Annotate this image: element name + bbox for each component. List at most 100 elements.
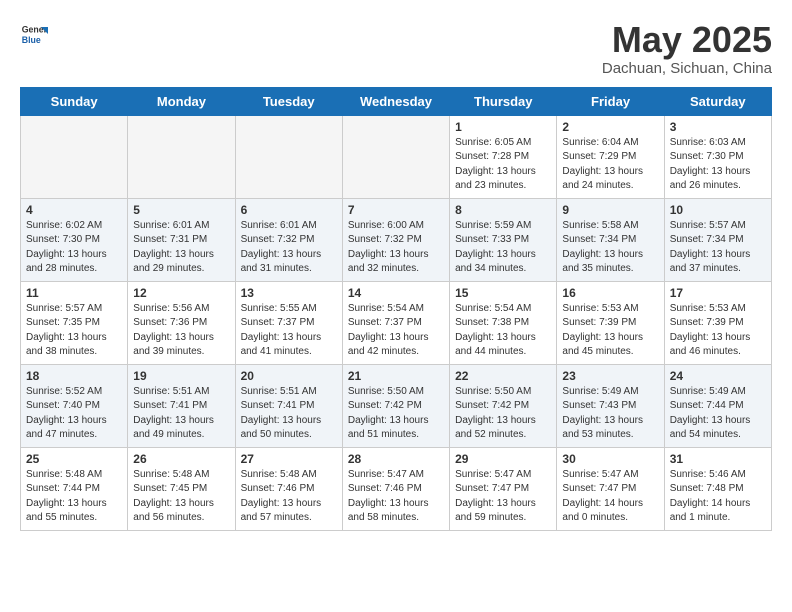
day-number: 3 (670, 120, 766, 134)
calendar-day-3: 3Sunrise: 6:03 AM Sunset: 7:30 PM Daylig… (664, 115, 771, 198)
day-number: 31 (670, 452, 766, 466)
day-info: Sunrise: 5:52 AM Sunset: 7:40 PM Dayligh… (26, 385, 122, 443)
day-number: 19 (133, 369, 229, 383)
day-info: Sunrise: 6:05 AM Sunset: 7:28 PM Dayligh… (455, 136, 551, 194)
day-info: Sunrise: 5:50 AM Sunset: 7:42 PM Dayligh… (348, 385, 444, 443)
day-info: Sunrise: 5:47 AM Sunset: 7:46 PM Dayligh… (348, 468, 444, 526)
day-info: Sunrise: 5:57 AM Sunset: 7:35 PM Dayligh… (26, 302, 122, 360)
day-number: 1 (455, 120, 551, 134)
calendar-day-8: 8 Sunrise: 5:59 AM Sunset: 7:33 PM Daylig… (450, 198, 557, 281)
day-info: Sunrise: 5:49 AM Sunset: 7:44 PM Dayligh… (670, 385, 766, 443)
day-info: Sunrise: 5:56 AM Sunset: 7:36 PM Dayligh… (133, 302, 229, 360)
calendar-day-16: 16 Sunrise: 5:53 AM Sunset: 7:39 PM Dayli… (557, 281, 664, 364)
calendar-day-15: 15 Sunrise: 5:54 AM Sunset: 7:38 PM Dayli… (450, 281, 557, 364)
calendar-day-18: 18 Sunrise: 5:52 AM Sunset: 7:40 PM Dayli… (21, 364, 128, 447)
day-info: Sunrise: 5:50 AM Sunset: 7:42 PM Dayligh… (455, 385, 551, 443)
day-number: 8 (455, 203, 551, 217)
day-info: Sunrise: 5:57 AM Sunset: 7:34 PM Dayligh… (670, 219, 766, 277)
month-year-title: May 2025 (602, 20, 772, 60)
weekday-header-thursday: Thursday (450, 87, 557, 115)
weekday-header-monday: Monday (128, 87, 235, 115)
day-number: 20 (241, 369, 337, 383)
day-number: 16 (562, 286, 658, 300)
day-number: 13 (241, 286, 337, 300)
calendar-day-6: 6 Sunrise: 6:01 AM Sunset: 7:32 PM Daylig… (235, 198, 342, 281)
day-number: 14 (348, 286, 444, 300)
day-info: Sunrise: 5:49 AM Sunset: 7:43 PM Dayligh… (562, 385, 658, 443)
day-number: 4 (26, 203, 122, 217)
day-info: Sunrise: 5:59 AM Sunset: 7:33 PM Dayligh… (455, 219, 551, 277)
day-info: Sunrise: 6:04 AM Sunset: 7:29 PM Dayligh… (562, 136, 658, 194)
day-number: 27 (241, 452, 337, 466)
weekday-header-tuesday: Tuesday (235, 87, 342, 115)
day-number: 30 (562, 452, 658, 466)
day-info: Sunrise: 5:47 AM Sunset: 7:47 PM Dayligh… (455, 468, 551, 526)
calendar-day-7: 7Sunrise: 6:00 AM Sunset: 7:32 PM Daylig… (342, 198, 449, 281)
day-number: 21 (348, 369, 444, 383)
page-header: General Blue May 2025 Dachuan, Sichuan, … (20, 20, 772, 77)
calendar-day-30: 30 Sunrise: 5:47 AM Sunset: 7:47 PM Dayli… (557, 447, 664, 530)
day-number: 23 (562, 369, 658, 383)
day-number: 26 (133, 452, 229, 466)
calendar-week-row: 11 Sunrise: 5:57 AM Sunset: 7:35 PM Dayli… (21, 281, 772, 364)
day-number: 18 (26, 369, 122, 383)
calendar-day-11: 11 Sunrise: 5:57 AM Sunset: 7:35 PM Dayli… (21, 281, 128, 364)
calendar-week-row: 25 Sunrise: 5:48 AM Sunset: 7:44 PM Dayli… (21, 447, 772, 530)
day-number: 2 (562, 120, 658, 134)
calendar-day-28: 28 Sunrise: 5:47 AM Sunset: 7:46 PM Dayli… (342, 447, 449, 530)
calendar-table: SundayMondayTuesdayWednesdayThursdayFrid… (20, 87, 772, 531)
day-info: Sunrise: 5:55 AM Sunset: 7:37 PM Dayligh… (241, 302, 337, 360)
day-info: Sunrise: 5:47 AM Sunset: 7:47 PM Dayligh… (562, 468, 658, 526)
day-number: 17 (670, 286, 766, 300)
day-number: 25 (26, 452, 122, 466)
calendar-day-12: 12Sunrise: 5:56 AM Sunset: 7:36 PM Dayli… (128, 281, 235, 364)
day-number: 22 (455, 369, 551, 383)
day-info: Sunrise: 6:01 AM Sunset: 7:31 PM Dayligh… (133, 219, 229, 277)
title-block: May 2025 Dachuan, Sichuan, China (602, 20, 772, 77)
weekday-header-wednesday: Wednesday (342, 87, 449, 115)
calendar-day-26: 26Sunrise: 5:48 AM Sunset: 7:45 PM Dayli… (128, 447, 235, 530)
weekday-header-sunday: Sunday (21, 87, 128, 115)
day-info: Sunrise: 6:02 AM Sunset: 7:30 PM Dayligh… (26, 219, 122, 277)
day-number: 28 (348, 452, 444, 466)
day-info: Sunrise: 5:48 AM Sunset: 7:44 PM Dayligh… (26, 468, 122, 526)
calendar-day-1: 1 Sunrise: 6:05 AM Sunset: 7:28 PM Daylig… (450, 115, 557, 198)
day-number: 6 (241, 203, 337, 217)
calendar-day-27: 27 Sunrise: 5:48 AM Sunset: 7:46 PM Dayli… (235, 447, 342, 530)
calendar-day-25: 25 Sunrise: 5:48 AM Sunset: 7:44 PM Dayli… (21, 447, 128, 530)
weekday-header-row: SundayMondayTuesdayWednesdayThursdayFrid… (21, 87, 772, 115)
calendar-day-29: 29 Sunrise: 5:47 AM Sunset: 7:47 PM Dayli… (450, 447, 557, 530)
day-number: 24 (670, 369, 766, 383)
calendar-week-row: 4 Sunrise: 6:02 AM Sunset: 7:30 PM Daylig… (21, 198, 772, 281)
calendar-week-row: 18 Sunrise: 5:52 AM Sunset: 7:40 PM Dayli… (21, 364, 772, 447)
day-info: Sunrise: 5:48 AM Sunset: 7:46 PM Dayligh… (241, 468, 337, 526)
calendar-day-31: 31Sunrise: 5:46 AM Sunset: 7:48 PM Dayli… (664, 447, 771, 530)
calendar-day-22: 22 Sunrise: 5:50 AM Sunset: 7:42 PM Dayli… (450, 364, 557, 447)
calendar-day-17: 17 Sunrise: 5:53 AM Sunset: 7:39 PM Dayli… (664, 281, 771, 364)
day-number: 11 (26, 286, 122, 300)
location-subtitle: Dachuan, Sichuan, China (602, 60, 772, 77)
weekday-header-saturday: Saturday (664, 87, 771, 115)
day-info: Sunrise: 5:53 AM Sunset: 7:39 PM Dayligh… (670, 302, 766, 360)
calendar-day-2: 2 Sunrise: 6:04 AM Sunset: 7:29 PM Daylig… (557, 115, 664, 198)
day-info: Sunrise: 5:53 AM Sunset: 7:39 PM Dayligh… (562, 302, 658, 360)
day-info: Sunrise: 5:51 AM Sunset: 7:41 PM Dayligh… (241, 385, 337, 443)
calendar-day-24: 24 Sunrise: 5:49 AM Sunset: 7:44 PM Dayli… (664, 364, 771, 447)
calendar-day-empty (342, 115, 449, 198)
day-info: Sunrise: 6:00 AM Sunset: 7:32 PM Dayligh… (348, 219, 444, 277)
calendar-day-21: 21 Sunrise: 5:50 AM Sunset: 7:42 PM Dayli… (342, 364, 449, 447)
calendar-day-empty (235, 115, 342, 198)
day-number: 9 (562, 203, 658, 217)
calendar-day-5: 5Sunrise: 6:01 AM Sunset: 7:31 PM Daylig… (128, 198, 235, 281)
day-number: 29 (455, 452, 551, 466)
day-info: Sunrise: 5:54 AM Sunset: 7:38 PM Dayligh… (455, 302, 551, 360)
calendar-day-14: 14Sunrise: 5:54 AM Sunset: 7:37 PM Dayli… (342, 281, 449, 364)
day-info: Sunrise: 6:01 AM Sunset: 7:32 PM Dayligh… (241, 219, 337, 277)
day-info: Sunrise: 5:51 AM Sunset: 7:41 PM Dayligh… (133, 385, 229, 443)
calendar-day-23: 23 Sunrise: 5:49 AM Sunset: 7:43 PM Dayli… (557, 364, 664, 447)
calendar-day-empty (21, 115, 128, 198)
day-number: 15 (455, 286, 551, 300)
calendar-day-10: 10Sunrise: 5:57 AM Sunset: 7:34 PM Dayli… (664, 198, 771, 281)
calendar-day-13: 13 Sunrise: 5:55 AM Sunset: 7:37 PM Dayli… (235, 281, 342, 364)
calendar-day-9: 9Sunrise: 5:58 AM Sunset: 7:34 PM Daylig… (557, 198, 664, 281)
